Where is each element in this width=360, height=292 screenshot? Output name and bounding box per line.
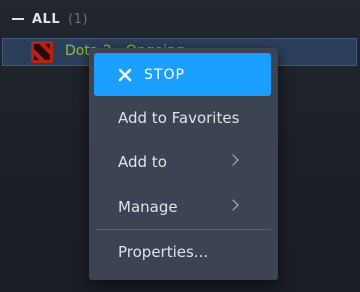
menu-item-properties[interactable]: Properties...	[94, 232, 271, 272]
menu-item-label: Add to Favorites	[118, 109, 240, 127]
menu-item-label: Manage	[118, 198, 178, 216]
collection-count: (1)	[68, 11, 89, 27]
chevron-right-icon	[227, 199, 239, 211]
menu-item-add-to-favorites[interactable]: Add to Favorites	[94, 98, 271, 138]
menu-item-manage[interactable]: Manage	[94, 187, 271, 227]
dota-2-icon	[31, 41, 53, 63]
stop-button[interactable]: STOP	[94, 53, 271, 96]
menu-item-add-to[interactable]: Add to	[94, 142, 271, 182]
collapse-icon[interactable]	[12, 18, 24, 20]
close-icon	[118, 68, 132, 81]
menu-divider	[96, 229, 271, 230]
stop-label: STOP	[144, 66, 185, 83]
collection-header[interactable]: ALL (1)	[12, 10, 88, 28]
menu-item-label: Properties...	[118, 243, 209, 261]
chevron-right-icon	[227, 154, 239, 166]
menu-item-label: Add to	[118, 153, 167, 171]
collection-title: ALL	[32, 11, 61, 27]
